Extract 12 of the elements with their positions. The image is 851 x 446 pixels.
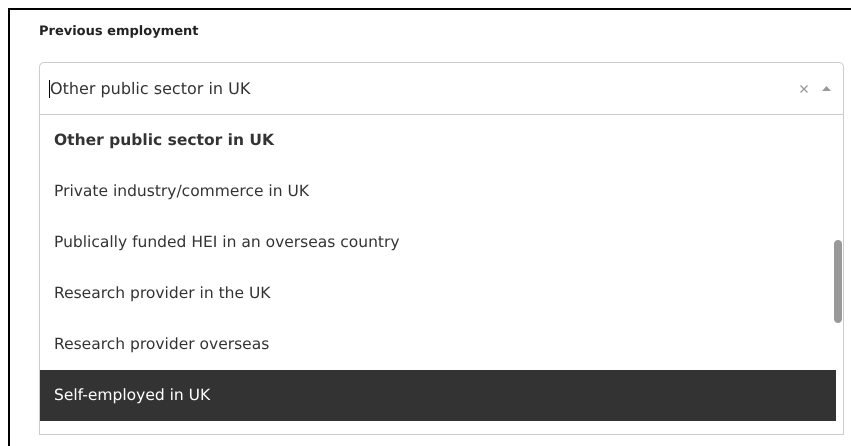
dropdown-option[interactable]: Publically funded HEI in an overseas country bbox=[40, 217, 836, 268]
select-value: Other public sector in UK bbox=[50, 78, 252, 100]
close-icon[interactable] bbox=[800, 84, 808, 92]
field-label: Previous employment bbox=[39, 23, 200, 41]
dropdown-option[interactable]: Private industry/commerce in UK bbox=[40, 166, 836, 217]
dropdown-option[interactable]: Research provider overseas bbox=[40, 319, 836, 370]
dropdown-option[interactable]: Research provider in the UK bbox=[40, 268, 836, 319]
caret-icon[interactable] bbox=[822, 86, 831, 91]
select-field[interactable]: Other public sector in UK bbox=[39, 62, 844, 115]
scrollbar-thumb[interactable] bbox=[834, 240, 842, 323]
dropdown-option[interactable]: Self-employed in UK bbox=[40, 370, 836, 421]
dropdown-option[interactable]: Other public sector in UK bbox=[40, 115, 836, 166]
